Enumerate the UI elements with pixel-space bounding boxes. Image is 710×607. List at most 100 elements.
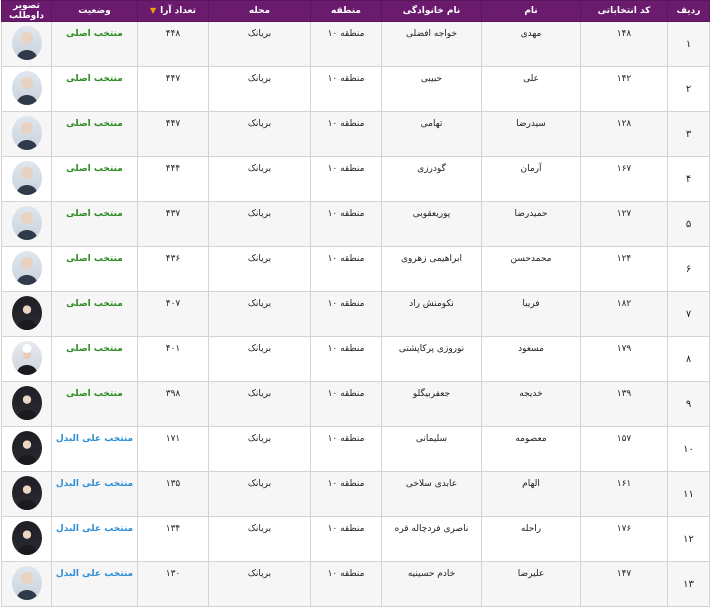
first-name-cell: معصومه — [481, 426, 581, 472]
neighborhood-cell: بریانک — [208, 426, 311, 472]
candidate-photo-avatar[interactable] — [11, 520, 42, 555]
election-code-cell: ۱۲۷ — [580, 201, 668, 247]
table-row: ۱۲ ۱۷۶ راحله ناصری فردچاله قره منطقه ۱۰ بریان… — [1, 516, 710, 562]
candidate-photo-avatar[interactable] — [11, 565, 42, 600]
candidate-photo-avatar[interactable] — [11, 295, 42, 330]
sort-down-arrow-icon[interactable]: ▼ — [150, 6, 156, 15]
votes-cell: ۴۴۷ — [137, 66, 209, 112]
last-name-cell: گودرزی — [381, 156, 482, 202]
region-cell: منطقه ۱۰ — [310, 21, 382, 67]
candidate-photo-avatar[interactable] — [11, 250, 42, 285]
election-code-cell: ۱۳۹ — [580, 381, 668, 427]
last-name-cell: پوریعقوبی — [381, 201, 482, 247]
election-code-cell: ۱۷۹ — [580, 336, 668, 382]
table-row: ۲ ۱۴۲ علی حبیبی منطقه ۱۰ بریانک ۴۴۷ منتخب اصلی — [1, 66, 710, 112]
table-row: ۹ ۱۳۹ خدیجه جعفربیگلو منطقه ۱۰ بریانک ۳۹۸ منتخب… — [1, 381, 710, 427]
votes-cell: ۴۰۷ — [137, 291, 209, 337]
votes-cell: ۴۴۸ — [137, 21, 209, 67]
first-name-cell: فریبا — [481, 291, 581, 337]
photo-cell — [1, 201, 52, 247]
candidate-photo-avatar[interactable] — [11, 70, 42, 105]
first-name-cell: محمدحسن — [481, 246, 581, 292]
row-number-cell: ۱ — [667, 21, 710, 67]
status-badge: منتخب علی البدل — [55, 479, 134, 489]
header-photo[interactable]: تصویر داوطلب — [1, 0, 52, 22]
table-row: ۵ ۱۲۷ حمیدرضا پوریعقوبی منطقه ۱۰ بریانک ۴۳۷ منت… — [1, 201, 710, 247]
header-row-number[interactable]: ردیف — [667, 0, 710, 22]
table-header-row: ردیف کد انتخاباتی نام نام خانوادگی منطقه… — [1, 0, 710, 22]
photo-cell — [1, 471, 52, 517]
last-name-cell: خواجه افضلی — [381, 21, 482, 67]
last-name-cell: تهامی — [381, 111, 482, 157]
votes-cell: ۳۹۸ — [137, 381, 209, 427]
photo-cell — [1, 336, 52, 382]
status-badge: منتخب اصلی — [66, 254, 123, 264]
region-cell: منطقه ۱۰ — [310, 201, 382, 247]
first-name-cell: مهدی — [481, 21, 581, 67]
votes-cell: ۱۳۴ — [137, 516, 209, 562]
row-number-cell: ۱۳ — [667, 561, 710, 607]
votes-cell: ۴۰۱ — [137, 336, 209, 382]
candidate-photo-avatar[interactable] — [11, 430, 42, 465]
status-cell: منتخب علی البدل — [51, 516, 138, 562]
photo-cell — [1, 426, 52, 472]
status-cell: منتخب اصلی — [51, 381, 138, 427]
election-code-cell: ۱۴۲ — [580, 66, 668, 112]
neighborhood-cell: بریانک — [208, 471, 311, 517]
region-cell: منطقه ۱۰ — [310, 246, 382, 292]
neighborhood-cell: بریانک — [208, 246, 311, 292]
photo-cell — [1, 156, 52, 202]
candidate-photo-avatar[interactable] — [11, 160, 42, 195]
election-code-cell: ۱۵۷ — [580, 426, 668, 472]
photo-cell — [1, 381, 52, 427]
photo-cell — [1, 21, 52, 67]
votes-cell: ۴۴۴ — [137, 156, 209, 202]
table-row: ۱ ۱۴۸ مهدی خواجه افضلی منطقه ۱۰ بریانک ۴۴۸ منتخ… — [1, 21, 710, 67]
table-row: ۳ ۱۲۸ سیدرضا تهامی منطقه ۱۰ بریانک ۴۴۷ منتخب اص… — [1, 111, 710, 157]
header-status[interactable]: وضعیت — [51, 0, 138, 22]
candidate-photo-avatar[interactable] — [11, 340, 42, 375]
first-name-cell: الهام — [481, 471, 581, 517]
status-cell: منتخب اصلی — [51, 66, 138, 112]
table-row: ۷ ۱۸۲ فریبا نکومنش راد منطقه ۱۰ بریانک ۴۰۷ منتخ… — [1, 291, 710, 337]
status-badge: منتخب علی البدل — [55, 434, 134, 444]
status-cell: منتخب علی البدل — [51, 561, 138, 607]
neighborhood-cell: بریانک — [208, 336, 311, 382]
results-table-container: ردیف کد انتخاباتی نام نام خانوادگی منطقه… — [1, 0, 710, 607]
region-cell: منطقه ۱۰ — [310, 291, 382, 337]
status-badge: منتخب اصلی — [66, 209, 123, 219]
header-last-name[interactable]: نام خانوادگی — [381, 0, 482, 22]
neighborhood-cell: بریانک — [208, 156, 311, 202]
header-neighborhood[interactable]: محله — [208, 0, 311, 22]
candidate-photo-avatar[interactable] — [11, 475, 42, 510]
photo-cell — [1, 111, 52, 157]
photo-cell — [1, 66, 52, 112]
last-name-cell: ناصری فردچاله قره — [381, 516, 482, 562]
header-first-name[interactable]: نام — [481, 0, 581, 22]
status-badge: منتخب اصلی — [66, 74, 123, 84]
election-code-cell: ۱۶۷ — [580, 156, 668, 202]
row-number-cell: ۶ — [667, 246, 710, 292]
table-row: ۸ ۱۷۹ مسعود نوروزی پرکاپشتی منطقه ۱۰ بریانک ۴۰… — [1, 336, 710, 382]
candidate-photo-avatar[interactable] — [11, 25, 42, 60]
header-election-code[interactable]: کد انتخاباتی — [580, 0, 668, 22]
region-cell: منطقه ۱۰ — [310, 561, 382, 607]
candidate-photo-avatar[interactable] — [11, 205, 42, 240]
header-votes[interactable]: تعداد آرا ▼ — [137, 0, 209, 22]
status-badge: منتخب اصلی — [66, 29, 123, 39]
header-region[interactable]: منطقه — [310, 0, 382, 22]
candidate-photo-avatar[interactable] — [11, 115, 42, 150]
neighborhood-cell: بریانک — [208, 381, 311, 427]
status-cell: منتخب اصلی — [51, 246, 138, 292]
last-name-cell: ابراهیمی زهروی — [381, 246, 482, 292]
election-code-cell: ۱۲۴ — [580, 246, 668, 292]
first-name-cell: خدیجه — [481, 381, 581, 427]
photo-cell — [1, 291, 52, 337]
row-number-cell: ۷ — [667, 291, 710, 337]
candidate-photo-avatar[interactable] — [11, 385, 42, 420]
election-code-cell: ۱۷۶ — [580, 516, 668, 562]
table-body: ۱ ۱۴۸ مهدی خواجه افضلی منطقه ۱۰ بریانک ۴۴۸ منتخ… — [1, 21, 710, 607]
last-name-cell: نوروزی پرکاپشتی — [381, 336, 482, 382]
neighborhood-cell: بریانک — [208, 291, 311, 337]
region-cell: منطقه ۱۰ — [310, 66, 382, 112]
